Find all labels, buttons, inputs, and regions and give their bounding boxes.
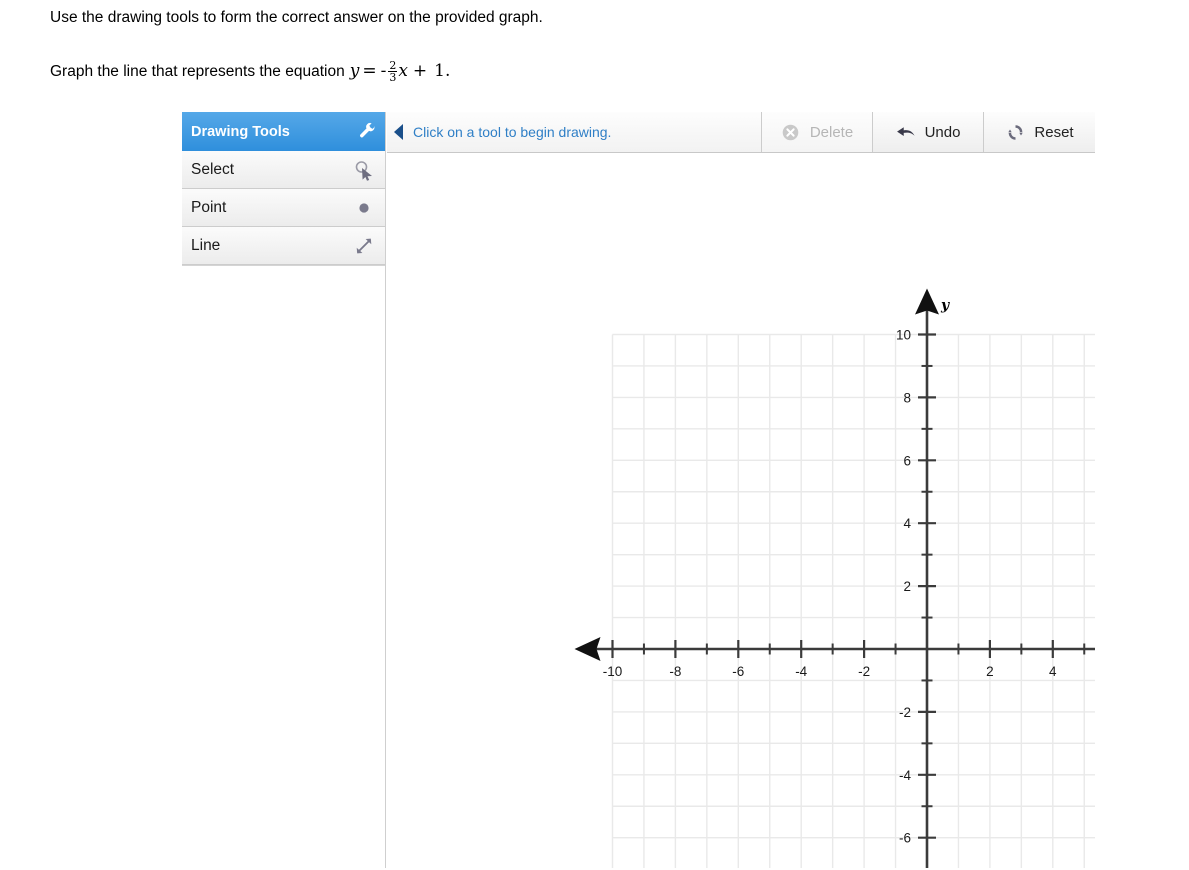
undo-button-label: Undo [924, 123, 961, 141]
line-double-arrow-icon [353, 235, 375, 257]
grid [611, 333, 1095, 868]
x-tick-label: -8 [669, 664, 681, 679]
reset-refresh-icon [1005, 122, 1025, 142]
tool-label-select: Select [191, 160, 235, 178]
coordinate-plane[interactable]: -10-8-6-4-2246810108642-2-4-6-8-10 x y [387, 153, 1095, 868]
y-tick-label: 8 [903, 390, 911, 405]
undo-button[interactable]: Undo [873, 112, 984, 152]
wrench-icon [357, 122, 377, 142]
equation: y = - 2 3 x + 1 . [349, 58, 451, 85]
y-axis-label: y [940, 298, 950, 314]
tool-label-point: Point [191, 198, 227, 216]
tool-item-point[interactable]: Point [182, 189, 385, 227]
x-tick-label: -6 [732, 664, 744, 679]
instruction-line-1: Use the drawing tools to form the correc… [50, 9, 543, 26]
drawing-tools-header: Drawing Tools [182, 112, 385, 151]
x-tick-label: -10 [603, 664, 623, 679]
instructions-block: Use the drawing tools to form the correc… [50, 8, 1150, 85]
axes [574, 288, 1095, 868]
equation-period: . [444, 60, 451, 81]
equation-sign: - [380, 60, 387, 81]
status-area: Click on a tool to begin drawing. [387, 112, 762, 152]
y-tick-label: 4 [903, 516, 911, 531]
instruction-prefix: Graph the line that represents the equat… [50, 62, 345, 80]
instruction-line-2: Graph the line that represents the equat… [50, 58, 1150, 85]
x-tick-label: -2 [858, 664, 870, 679]
status-text: Click on a tool to begin drawing. [413, 124, 612, 140]
undo-arrow-icon [896, 122, 916, 142]
equation-constant: 1 [434, 60, 445, 81]
reset-button-label: Reset [1034, 123, 1074, 141]
graph-canvas[interactable]: -10-8-6-4-2246810108642-2-4-6-8-10 x y [387, 153, 1095, 868]
delete-button[interactable]: Delete [762, 112, 873, 152]
drawing-tools-title: Drawing Tools [191, 123, 290, 140]
y-tick-label: 10 [896, 328, 911, 343]
point-dot-icon [353, 197, 375, 219]
y-tick-label: 6 [903, 453, 911, 468]
x-tick-label: -4 [795, 664, 807, 679]
y-tick-label: -6 [899, 831, 911, 846]
collapse-left-triangle-icon[interactable] [391, 122, 407, 142]
equation-fraction: 2 3 [388, 58, 398, 85]
equation-equals: = [362, 60, 377, 81]
x-tick-label: 2 [986, 664, 994, 679]
tool-label-line: Line [191, 236, 221, 254]
y-tick-label: -2 [899, 705, 911, 720]
axis-ticks [611, 333, 1086, 839]
reset-button[interactable]: Reset [984, 112, 1095, 152]
drawing-tools-panel: Drawing Tools Select Point Line [182, 112, 386, 870]
drawing-tools-empty-area [182, 265, 385, 870]
fraction-numerator: 2 [389, 58, 397, 72]
select-cursor-icon [353, 159, 375, 181]
y-tick-label: -4 [899, 768, 911, 783]
delete-circle-x-icon [781, 122, 801, 142]
graphing-applet: Drawing Tools Select Point Line Click on… [182, 112, 1095, 870]
tool-item-line[interactable]: Line [182, 227, 385, 265]
equation-operator: + [412, 60, 428, 81]
x-tick-label: 4 [1049, 664, 1057, 679]
applet-toolbar: Click on a tool to begin drawing. Delete… [387, 112, 1095, 153]
y-tick-label: 2 [903, 579, 911, 594]
delete-button-label: Delete [809, 123, 854, 141]
tool-item-select[interactable]: Select [182, 151, 385, 189]
equation-variable: x [398, 60, 408, 81]
equation-lhs: y [349, 60, 360, 81]
fraction-denominator: 3 [388, 71, 398, 85]
